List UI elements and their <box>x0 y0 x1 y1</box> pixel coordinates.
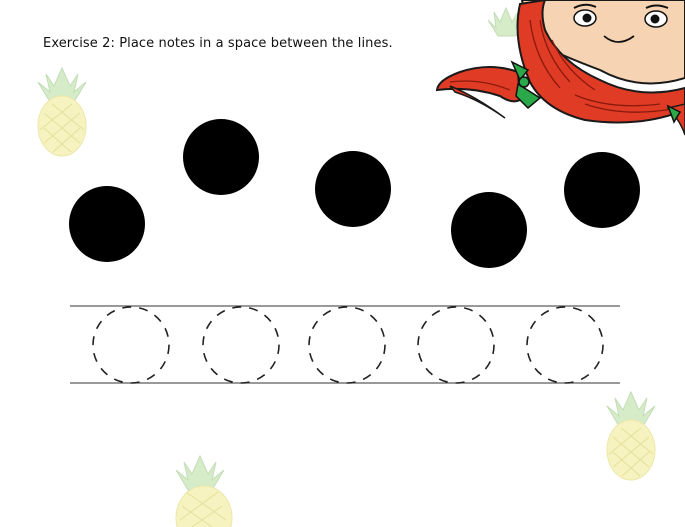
trace-note-outline[interactable] <box>308 306 386 384</box>
pineapple-icon <box>37 66 87 157</box>
example-note <box>183 119 259 195</box>
example-note <box>451 192 527 268</box>
pineapple-icon <box>175 454 233 527</box>
trace-note-outline[interactable] <box>92 306 170 384</box>
example-note <box>69 186 145 262</box>
girl-character-icon <box>435 0 685 136</box>
example-note <box>315 151 391 227</box>
trace-note-outline[interactable] <box>202 306 280 384</box>
trace-note-outline[interactable] <box>526 306 604 384</box>
worksheet-canvas <box>37 0 685 527</box>
example-note <box>564 152 640 228</box>
trace-note-outline[interactable] <box>417 306 495 384</box>
pineapple-icon <box>606 390 656 481</box>
